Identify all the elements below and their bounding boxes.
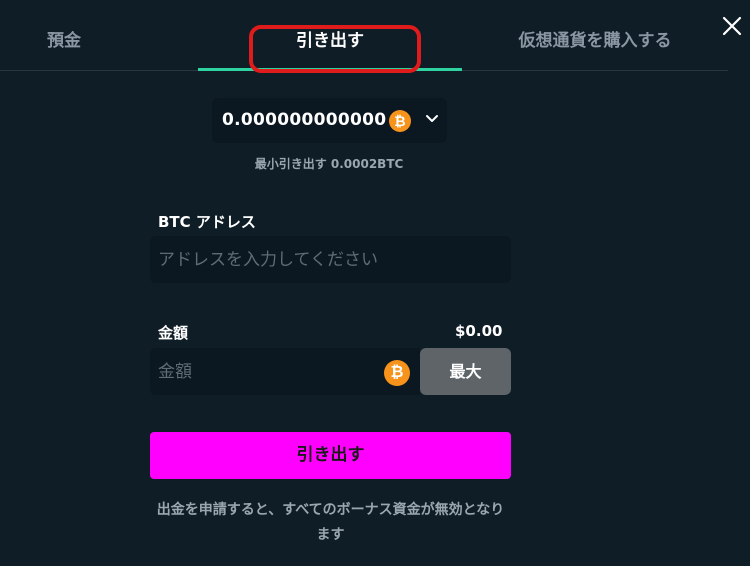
amount-input[interactable] <box>150 348 420 395</box>
tab-withdraw[interactable]: 引き出す <box>198 26 462 71</box>
usd-value: $0.00 <box>455 322 503 340</box>
bonus-notice: 出金を申請すると、すべてのボーナス資金が無効となります <box>156 502 505 543</box>
tab-deposit[interactable]: 預金 <box>0 26 128 70</box>
tab-buy-crypto[interactable]: 仮想通貨を購入する <box>462 26 728 70</box>
address-field <box>150 236 511 283</box>
close-icon <box>722 16 742 36</box>
withdraw-modal: 預金 引き出す 仮想通貨を購入する 0.000000000000 ₿ 最小引き出… <box>0 0 750 566</box>
chevron-down-icon <box>426 115 438 122</box>
currency-selector[interactable]: 0.000000000000 ₿ <box>212 98 447 143</box>
withdraw-button[interactable]: 引き出す <box>150 432 511 479</box>
wallet-tabs: 預金 引き出す 仮想通貨を購入する <box>0 0 728 71</box>
btc-icon: ₿ <box>389 110 411 132</box>
amount-field: ₿ <box>150 348 420 395</box>
amount-label: 金額 <box>158 324 189 342</box>
address-label: BTC アドレス <box>158 213 256 231</box>
close-button[interactable] <box>720 14 744 38</box>
tab-deposit-label: 預金 <box>47 31 81 51</box>
btc-icon: ₿ <box>384 360 410 386</box>
max-button[interactable]: 最大 <box>420 348 511 395</box>
tab-buy-crypto-label: 仮想通貨を購入する <box>518 31 672 51</box>
balance-amount: 0.000000000000 <box>222 110 387 130</box>
active-tab-indicator <box>198 68 462 71</box>
address-input[interactable] <box>150 236 511 283</box>
min-withdraw-text: 最小引き出す 0.0002BTC <box>254 157 404 171</box>
tab-withdraw-label: 引き出す <box>296 31 364 51</box>
